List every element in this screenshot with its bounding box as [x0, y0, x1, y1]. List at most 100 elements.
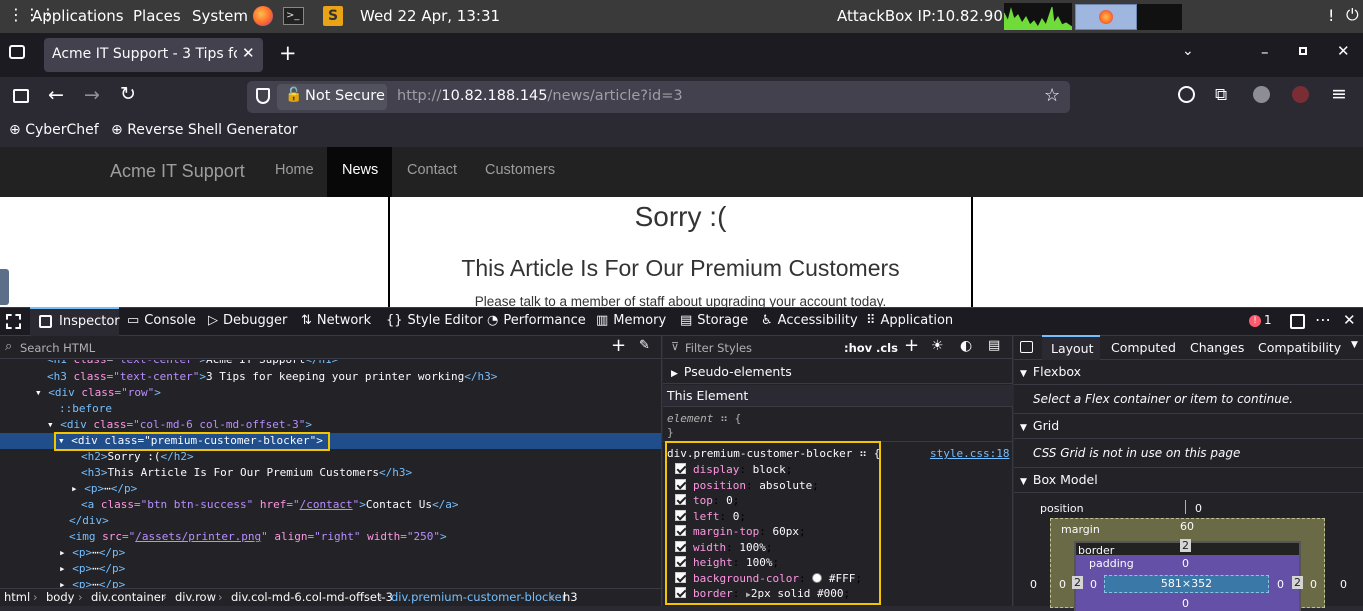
tab-overview-icon[interactable] [9, 45, 25, 59]
markup-line[interactable]: ▸ <p>⋯</p> [0, 561, 661, 577]
markup-line[interactable]: <h2>Sorry :(</h2> [0, 449, 661, 465]
element-rule[interactable]: element ⠶ { [667, 412, 741, 425]
sidebar-toggle-icon[interactable] [13, 89, 29, 103]
places-menu[interactable]: Places [133, 7, 181, 25]
nav-contact[interactable]: Contact [407, 162, 457, 178]
markup-line[interactable]: <h1 class="text-center">Acme IT Support<… [0, 360, 661, 368]
declaration-row[interactable]: height: 100%; [675, 555, 1005, 571]
taskbar-firefox-window[interactable] [1075, 4, 1137, 30]
margin-top[interactable]: 60 [1180, 520, 1194, 533]
close-window-icon[interactable]: ✕ [1337, 42, 1350, 60]
declaration-row[interactable]: margin-top: 60px; [675, 524, 1005, 540]
maximize-icon[interactable] [1299, 47, 1307, 55]
prop-value[interactable]: #FFF [829, 572, 856, 585]
declaration-checkbox[interactable] [675, 494, 686, 505]
margin-box[interactable]: margin 60 border 2 padding 0 581×352 0 [1050, 518, 1325, 611]
margin-left[interactable]: 0 [1059, 578, 1066, 591]
crumb-blocker[interactable]: div.premium-customer-blocker [391, 589, 566, 606]
declaration-row[interactable]: border: ▶2px solid #000; [675, 586, 1005, 602]
crumb-col[interactable]: div.col-md-6.col-md-offset-3 [231, 589, 393, 606]
declaration-checkbox[interactable] [675, 525, 686, 536]
tab-layout[interactable]: Layout [1042, 335, 1100, 360]
declaration-checkbox[interactable] [675, 540, 686, 552]
nav-customers[interactable]: Customers [485, 162, 555, 178]
crumb-container[interactable]: div.container [91, 589, 166, 606]
border-box[interactable]: border 2 padding 0 581×352 0 [1074, 539, 1301, 611]
prop-value[interactable]: block [753, 463, 786, 476]
tab-close-icon[interactable]: ✕ [242, 44, 255, 62]
menu-hamburger-icon[interactable]: ≡ [1331, 83, 1347, 105]
close-devtools-icon[interactable]: ✕ [1343, 311, 1356, 329]
declaration-row[interactable]: left: 0; [675, 509, 1005, 525]
markup-line[interactable]: ▾ <div class="row"> [0, 385, 661, 401]
cls-toggle[interactable]: .cls [876, 341, 898, 355]
print-media-icon[interactable]: ▤ [988, 338, 1000, 353]
grid-header[interactable]: ▼ Grid [1014, 414, 1363, 439]
markup-line[interactable]: <h3 class="text-center">3 Tips for keepi… [0, 369, 661, 385]
position-right[interactable]: 0 [1340, 578, 1347, 591]
add-node-icon[interactable]: + [611, 335, 626, 356]
padding-left[interactable]: 0 [1090, 578, 1097, 591]
position-left[interactable]: 0 [1030, 578, 1037, 591]
markup-line[interactable]: </div> [0, 513, 661, 529]
tab-network[interactable]: ⇅ Network [301, 313, 371, 328]
tab-storage[interactable]: ▤ Storage [680, 313, 748, 328]
crumb-h3[interactable]: h3 [563, 589, 578, 606]
extension-red-icon[interactable] [1292, 86, 1309, 103]
declaration-checkbox[interactable] [675, 587, 686, 598]
markup-line[interactable]: ▸ <p>⋯</p> [0, 545, 661, 561]
bookmark-reverse-shell[interactable]: ⊕ Reverse Shell Generator [111, 122, 298, 138]
border-left[interactable]: 2 [1072, 576, 1083, 589]
crumb-html[interactable]: html [4, 589, 30, 606]
flexbox-header[interactable]: ▼ Flexbox [1014, 360, 1363, 385]
tab-active[interactable]: Acme IT Support - 3 Tips for ✕ [44, 38, 263, 72]
border-top[interactable]: 2 [1180, 539, 1191, 552]
prop-value[interactable]: 60px [772, 525, 799, 538]
hov-toggle[interactable]: :hov [844, 341, 872, 355]
rule-source-link[interactable]: style.css:18 [930, 447, 1009, 460]
markup-line[interactable]: <img src="/assets/printer.png" align="ri… [0, 529, 661, 545]
padding-top[interactable]: 0 [1182, 557, 1189, 570]
sublime-launcher-icon[interactable]: S [323, 6, 343, 26]
back-icon[interactable]: ← [48, 84, 64, 106]
prop-value[interactable]: 0 [726, 494, 733, 507]
shield-icon[interactable] [256, 88, 270, 104]
margin-right[interactable]: 0 [1310, 578, 1317, 591]
declaration-row[interactable]: display: block; [675, 462, 1005, 478]
system-menu[interactable]: System [192, 7, 248, 25]
nav-news-active[interactable]: News [327, 147, 392, 197]
tab-application[interactable]: ⠿ Application [866, 313, 953, 328]
declaration-row[interactable]: top: 0; [675, 493, 1005, 509]
markup-line[interactable]: <h3>This Article Is For Our Premium Cust… [0, 465, 661, 481]
crumb-row[interactable]: div.row [175, 589, 216, 606]
declaration-checkbox[interactable] [675, 463, 686, 474]
content-box[interactable]: 581×352 [1104, 575, 1269, 593]
url-text[interactable]: http://10.82.188.145/news/article?id=3 [397, 88, 683, 104]
markup-line[interactable]: ▸ <p>⋯</p> [0, 481, 661, 497]
terminal-launcher-icon[interactable]: >_ [283, 7, 304, 25]
tab-inspector[interactable]: Inspector [30, 307, 120, 336]
prop-value[interactable]: 100% [739, 541, 766, 554]
search-html-input[interactable]: Search HTML [20, 341, 95, 355]
bookmark-star-icon[interactable]: ☆ [1044, 85, 1060, 106]
declaration-checkbox[interactable] [675, 478, 686, 490]
prop-value[interactable]: 2px solid #000 [751, 587, 844, 600]
bookmark-cyberchef[interactable]: ⊕ CyberChef [9, 122, 99, 138]
extensions-icon[interactable]: ⧉ [1215, 85, 1227, 105]
more-tabs-chevron-icon[interactable]: ▼ [1351, 340, 1358, 350]
tab-memory[interactable]: ▥ Memory [596, 313, 666, 328]
power-icon[interactable]: ⏻ [1346, 5, 1359, 25]
tab-accessibility[interactable]: ♿ Accessibility [761, 313, 858, 328]
markup-tree[interactable]: <h1 class="text-center">Acme IT Support<… [0, 360, 661, 589]
applications-menu[interactable]: Applications [32, 7, 124, 25]
crumb-body[interactable]: body [46, 589, 74, 606]
position-top[interactable]: 0 [1195, 502, 1202, 515]
prop-value[interactable]: 0 [733, 510, 740, 523]
url-bar[interactable]: 🔓 Not Secure http://10.82.188.145/news/a… [247, 81, 1070, 113]
site-brand[interactable]: Acme IT Support [110, 161, 245, 182]
side-handle[interactable] [0, 269, 9, 305]
tab-debugger[interactable]: ▷ Debugger [208, 313, 287, 328]
notification-icon[interactable]: ! [1328, 6, 1334, 25]
border-right[interactable]: 2 [1292, 576, 1303, 589]
toggle-pane-icon[interactable] [1020, 341, 1033, 353]
